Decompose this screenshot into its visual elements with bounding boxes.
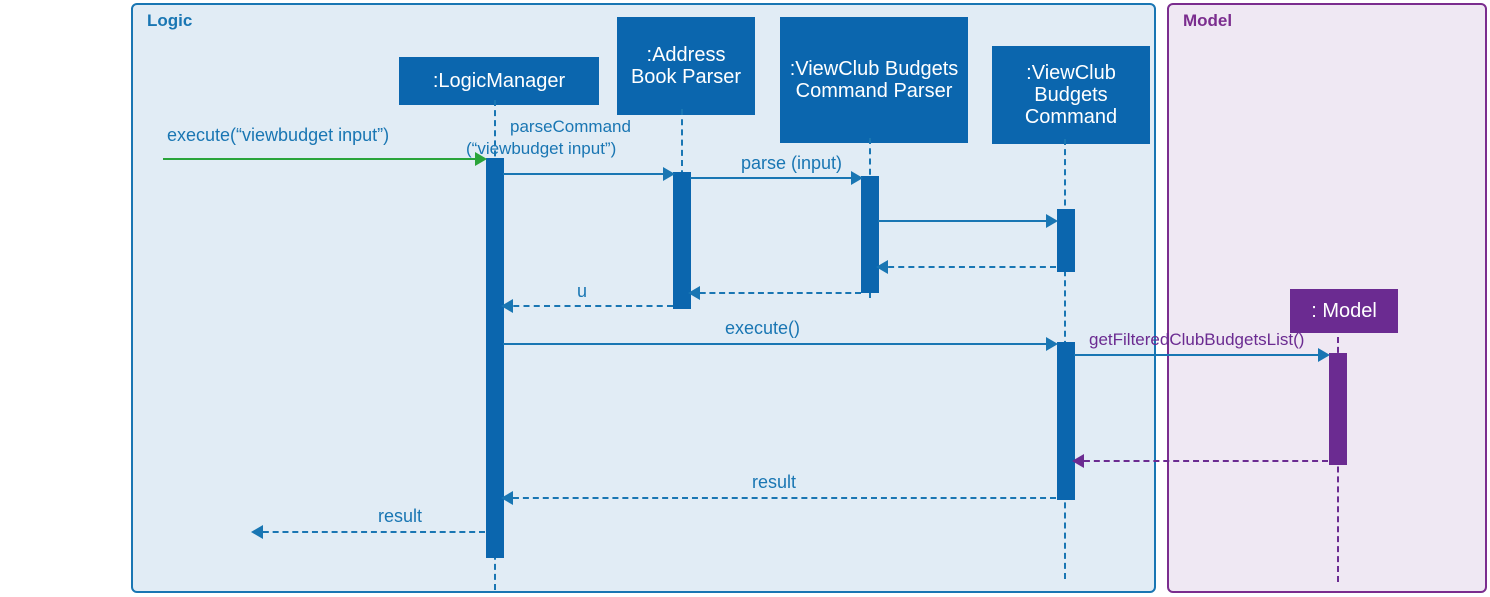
model-frame-label: Model — [1183, 11, 1232, 31]
lbl-u: u — [577, 281, 587, 302]
activation-vcb-command-parser — [861, 176, 879, 293]
lbl-parse-command-2: (“viewbudget input”) — [466, 139, 616, 159]
lbl-result-1: result — [752, 472, 796, 493]
lbl-execute-input: execute(“viewbudget input”) — [167, 125, 389, 146]
head-model: : Model — [1290, 289, 1398, 333]
head-viewclub-budgets-command: :ViewClub Budgets Command — [992, 46, 1150, 144]
logic-frame-label: Logic — [147, 11, 192, 31]
lbl-parse-command-1: parseCommand — [510, 117, 631, 137]
lbl-parse-input: parse (input) — [741, 153, 842, 174]
activation-vcb-command-1 — [1057, 209, 1075, 272]
head-logic-manager: :LogicManager — [399, 57, 599, 105]
activation-model — [1329, 353, 1347, 465]
lbl-execute: execute() — [725, 318, 800, 339]
head-address-book-parser: :Address Book Parser — [617, 17, 755, 115]
lbl-get-filtered: getFilteredClubBudgetsList() — [1089, 330, 1304, 350]
lbl-result-2: result — [378, 506, 422, 527]
head-viewclub-budgets-command-parser: :ViewClub Budgets Command Parser — [780, 17, 968, 143]
activation-vcb-command-2 — [1057, 342, 1075, 500]
